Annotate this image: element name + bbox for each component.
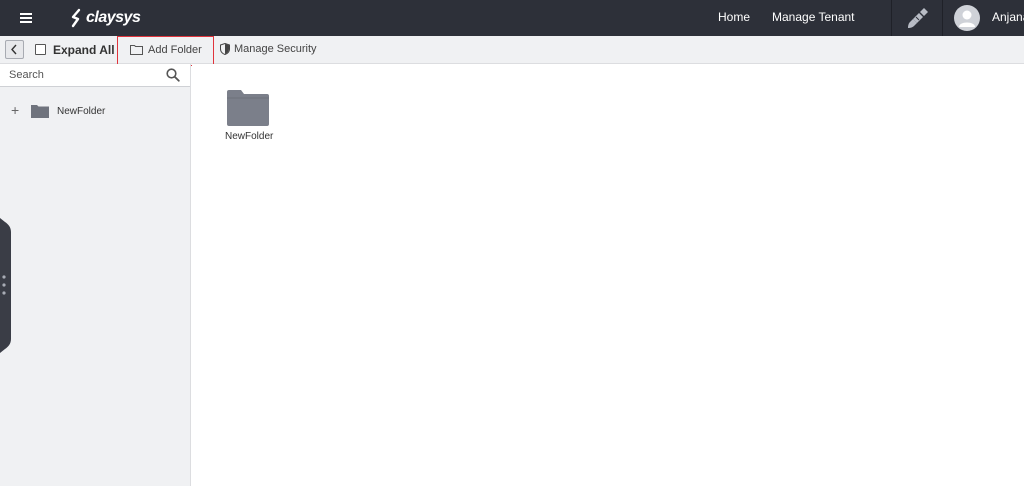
tree-item-newfolder[interactable]: + NewFolder <box>0 101 190 121</box>
header-divider <box>942 0 943 36</box>
add-folder-label: Add Folder <box>148 44 202 56</box>
nav-home-link[interactable]: Home <box>718 10 750 24</box>
search-input[interactable] <box>0 64 160 86</box>
logo-text: claysys <box>86 9 141 26</box>
nav-manage-tenant-link[interactable]: Manage Tenant <box>772 10 855 24</box>
expand-all-checkbox[interactable] <box>35 44 46 55</box>
header-divider <box>891 0 892 36</box>
paint-brush-icon[interactable] <box>906 6 930 30</box>
folder-tile-label: NewFolder <box>225 131 274 142</box>
top-navigation-bar: claysys Home Manage Tenant Anjana <box>0 0 1024 36</box>
collapse-sidebar-button[interactable] <box>5 40 24 59</box>
sidebar-resize-handle[interactable] <box>0 218 11 353</box>
claysys-logo-mark-icon <box>71 8 81 28</box>
folder-icon <box>227 90 269 126</box>
claysys-logo[interactable]: claysys <box>70 8 141 28</box>
folder-icon <box>31 105 49 118</box>
expand-plus-icon[interactable]: + <box>11 102 19 118</box>
toolbar: Expand All Add Folder Manage Security <box>0 36 1024 66</box>
hamburger-menu-icon[interactable] <box>17 10 35 26</box>
tree-item-label[interactable]: NewFolder <box>57 106 105 117</box>
folder-outline-icon <box>130 45 143 55</box>
user-name[interactable]: Anjana <box>992 10 1024 24</box>
folder-tile-newfolder[interactable]: NewFolder <box>222 88 274 144</box>
expand-all-label[interactable]: Expand All <box>53 43 115 57</box>
manage-security-label: Manage Security <box>234 43 317 55</box>
folder-tree-sidebar: + NewFolder <box>0 64 191 486</box>
search-box <box>0 64 190 87</box>
user-avatar[interactable] <box>954 5 980 31</box>
shield-icon <box>220 43 230 55</box>
add-folder-button[interactable]: Add Folder <box>117 36 214 66</box>
chevron-left-icon <box>11 44 17 55</box>
folder-content-area: NewFolder <box>192 64 1024 486</box>
search-icon[interactable] <box>166 68 180 82</box>
user-icon <box>959 10 975 27</box>
